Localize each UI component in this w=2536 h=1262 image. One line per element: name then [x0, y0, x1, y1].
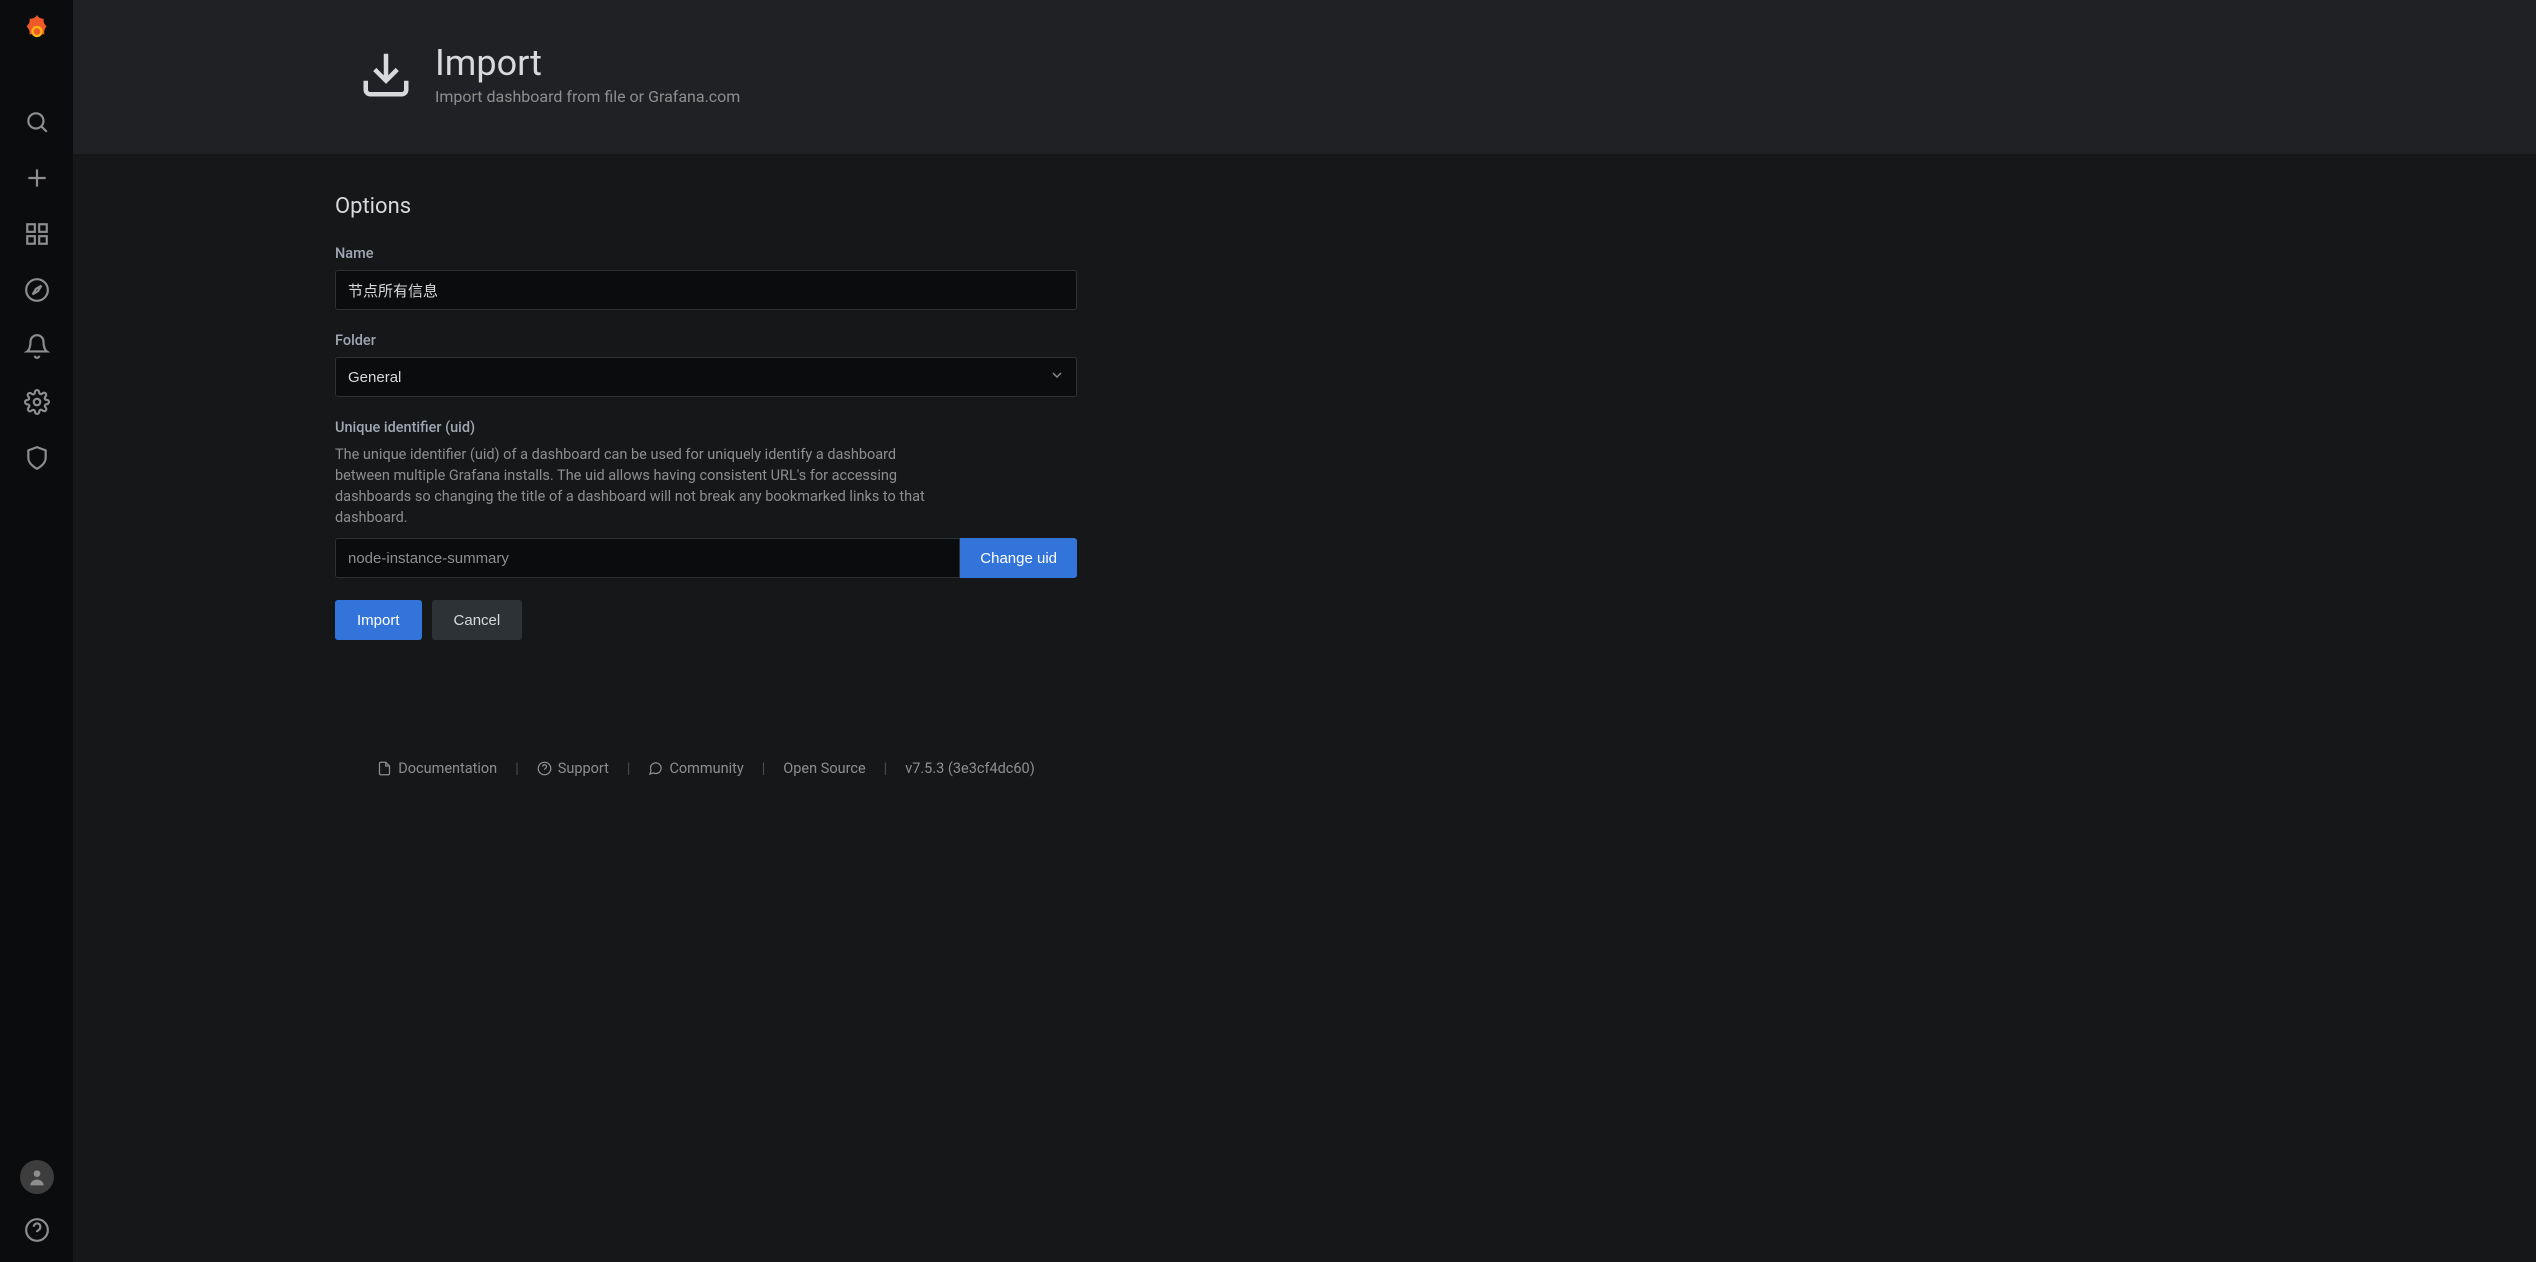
folder-label: Folder: [335, 332, 1077, 349]
cancel-button[interactable]: Cancel: [432, 600, 523, 640]
alerting-icon[interactable]: [23, 332, 51, 360]
page-title: Import: [435, 42, 740, 85]
search-icon[interactable]: [23, 108, 51, 136]
help-icon[interactable]: [23, 1216, 51, 1244]
main: Import Import dashboard from file or Gra…: [73, 0, 2536, 1262]
folder-field: Folder: [335, 332, 1077, 397]
import-button[interactable]: Import: [335, 600, 422, 640]
footer-version: v7.5.3 (3e3cf4dc60): [905, 760, 1035, 777]
sidebar: [0, 0, 73, 1262]
footer-support-link[interactable]: Support: [537, 760, 609, 777]
plus-icon[interactable]: [23, 164, 51, 192]
document-icon: [377, 761, 392, 776]
name-input[interactable]: [335, 270, 1077, 310]
change-uid-button[interactable]: Change uid: [960, 538, 1077, 578]
uid-label: Unique identifier (uid): [335, 419, 1077, 436]
footer-community-label: Community: [669, 760, 743, 777]
name-label: Name: [335, 245, 1077, 262]
page-header: Import Import dashboard from file or Gra…: [73, 0, 2536, 154]
question-icon: [537, 761, 552, 776]
uid-help: The unique identifier (uid) of a dashboa…: [335, 444, 935, 528]
user-avatar[interactable]: [20, 1160, 54, 1194]
import-icon: [359, 47, 413, 101]
uid-input: [335, 538, 960, 578]
name-field: Name: [335, 245, 1077, 310]
chat-icon: [648, 761, 663, 776]
footer: Documentation | Support | Community | Op…: [335, 760, 1077, 791]
dashboards-icon[interactable]: [23, 220, 51, 248]
uid-field: Unique identifier (uid) The unique ident…: [335, 419, 1077, 578]
explore-icon[interactable]: [23, 276, 51, 304]
footer-documentation-link[interactable]: Documentation: [377, 760, 497, 777]
section-title: Options: [335, 194, 1077, 219]
page-subtitle: Import dashboard from file or Grafana.co…: [435, 87, 740, 106]
shield-icon[interactable]: [23, 444, 51, 472]
footer-opensource-label: Open Source: [783, 760, 865, 777]
grafana-logo[interactable]: [19, 12, 55, 48]
footer-support-label: Support: [558, 760, 609, 777]
footer-opensource-link[interactable]: Open Source: [783, 760, 865, 777]
footer-community-link[interactable]: Community: [648, 760, 743, 777]
folder-select[interactable]: [335, 357, 1077, 397]
configuration-icon[interactable]: [23, 388, 51, 416]
footer-documentation-label: Documentation: [398, 760, 497, 777]
